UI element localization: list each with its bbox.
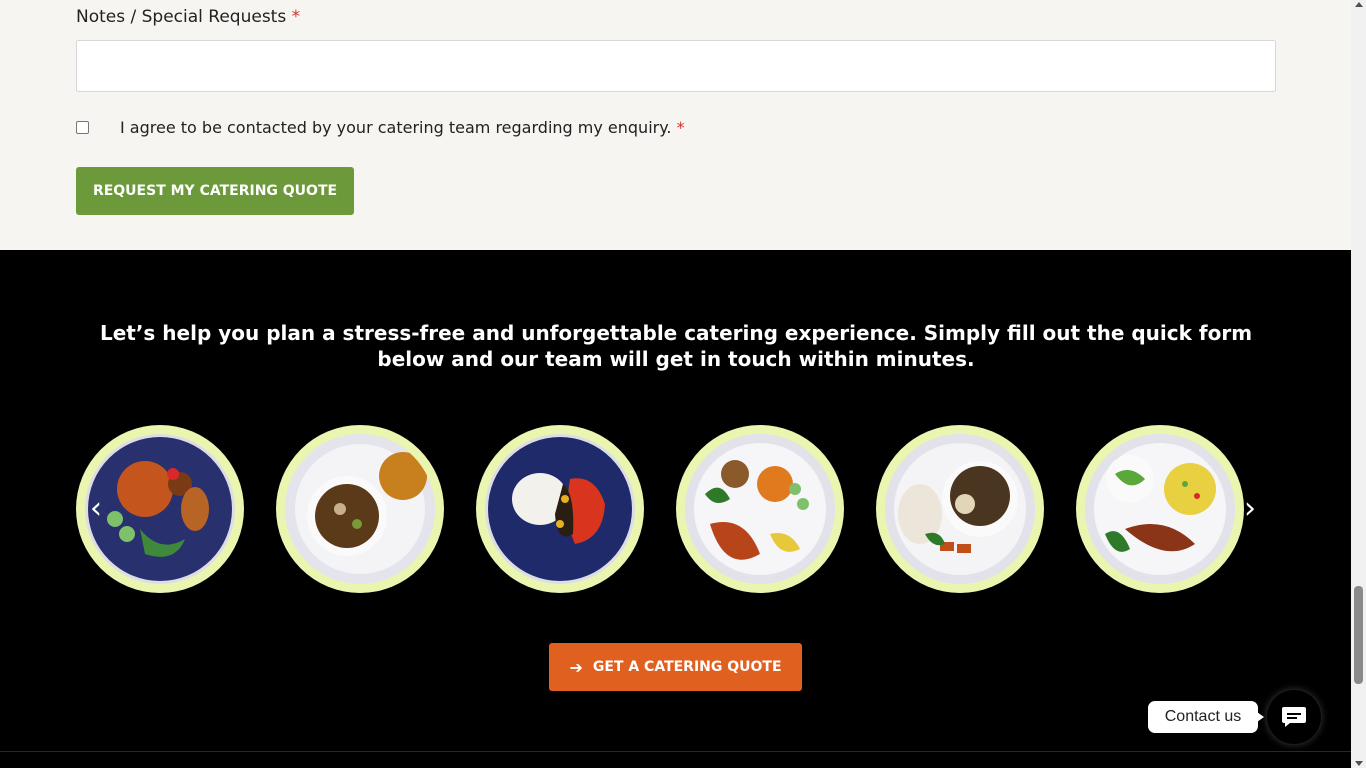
required-marker: * bbox=[291, 7, 301, 27]
notes-label-text: Notes / Special Requests bbox=[76, 7, 287, 27]
dish-image bbox=[285, 434, 435, 584]
carousel-item-dish-jollof-chicken-salad[interactable] bbox=[676, 425, 844, 593]
consent-row: I agree to be contacted by your catering… bbox=[76, 118, 685, 137]
catering-promo-section: Let’s help you plan a stress-free and un… bbox=[0, 250, 1351, 768]
scroll-up-icon[interactable] bbox=[1355, 2, 1363, 7]
contact-us-label[interactable]: Contact us bbox=[1148, 701, 1264, 733]
promo-tagline: Let’s help you plan a stress-free and un… bbox=[99, 321, 1253, 371]
carousel-item-dish-fufu-stew[interactable] bbox=[476, 425, 644, 593]
section-divider bbox=[0, 751, 1351, 752]
request-quote-button[interactable]: REQUEST MY CATERING QUOTE bbox=[76, 167, 354, 215]
notes-input[interactable] bbox=[76, 40, 1276, 92]
page-scrollbar[interactable] bbox=[1351, 0, 1366, 768]
dish-image bbox=[885, 434, 1035, 584]
scroll-down-icon[interactable] bbox=[1355, 761, 1363, 766]
chat-launcher-button[interactable] bbox=[1267, 690, 1321, 744]
required-marker: * bbox=[676, 118, 685, 137]
dish-image bbox=[685, 434, 835, 584]
chevron-left-icon[interactable]: ‹ bbox=[90, 494, 102, 524]
carousel-item-dish-fried-rice-salad-fish[interactable] bbox=[1076, 425, 1244, 593]
consent-label-text: I agree to be contacted by your catering… bbox=[120, 118, 672, 137]
quote-form-section: Notes / Special Requests * I agree to be… bbox=[0, 0, 1351, 250]
dish-image bbox=[1085, 434, 1235, 584]
consent-label: I agree to be contacted by your catering… bbox=[120, 118, 685, 137]
carousel-item-dish-rice-goat-stew[interactable] bbox=[876, 425, 1044, 593]
notes-label: Notes / Special Requests * bbox=[76, 7, 300, 27]
chat-bubble-icon bbox=[1282, 707, 1306, 727]
chevron-right-icon[interactable]: › bbox=[1244, 494, 1256, 524]
carousel-item-dish-soup-bread[interactable] bbox=[276, 425, 444, 593]
get-catering-quote-button[interactable]: ➔ GET A CATERING QUOTE bbox=[549, 643, 802, 691]
dish-image bbox=[85, 434, 235, 584]
arrow-right-icon: ➔ bbox=[569, 657, 583, 677]
get-catering-quote-label: GET A CATERING QUOTE bbox=[592, 659, 782, 675]
consent-checkbox[interactable] bbox=[76, 121, 89, 134]
scrollbar-thumb[interactable] bbox=[1354, 586, 1363, 684]
dish-image bbox=[485, 434, 635, 584]
